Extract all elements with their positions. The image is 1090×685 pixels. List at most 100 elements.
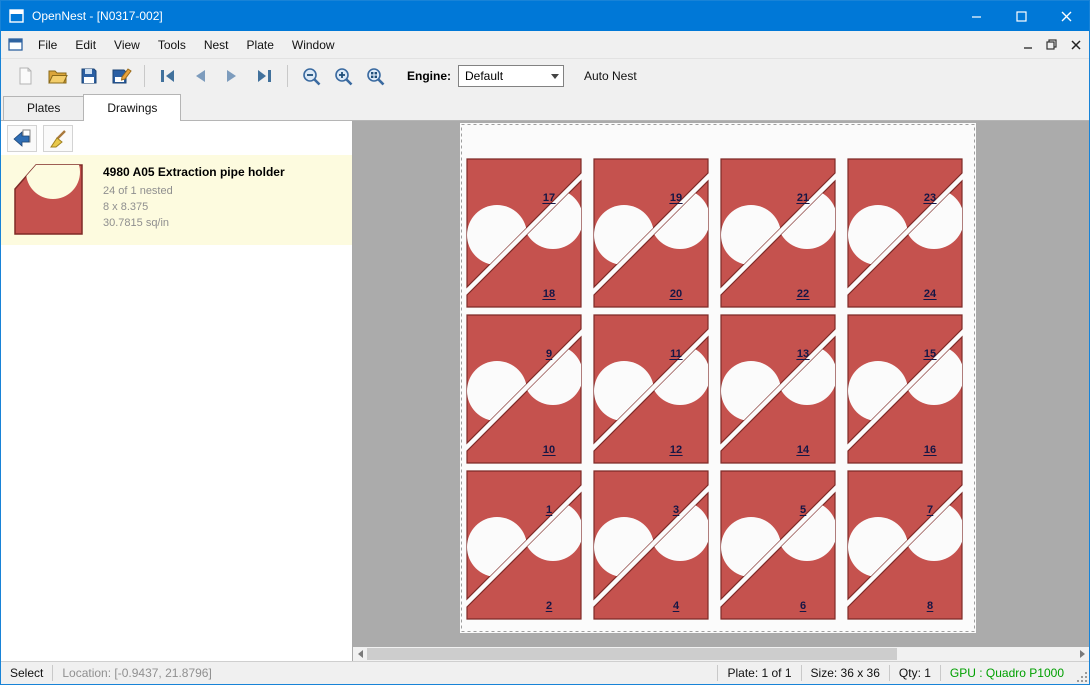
nesting-canvas[interactable]: 171819202122232491011121314151612345678	[353, 121, 1089, 661]
plate[interactable]: 171819202122232491011121314151612345678	[460, 123, 976, 633]
menu-edit[interactable]: Edit	[66, 33, 105, 57]
maximize-icon	[1016, 11, 1027, 22]
save-icon	[79, 66, 99, 86]
mdi-restore-button[interactable]	[1041, 35, 1062, 54]
minimize-button[interactable]	[954, 1, 999, 31]
engine-selected-value: Default	[459, 69, 546, 83]
save-edit-icon	[111, 66, 132, 86]
part-number: 8	[927, 600, 933, 612]
part-number: 3	[673, 504, 679, 516]
scroll-right-button[interactable]	[1075, 647, 1089, 661]
auto-nest-button[interactable]: Auto Nest	[584, 69, 637, 83]
first-arrow-icon	[157, 66, 179, 86]
scroll-left-button[interactable]	[353, 647, 367, 661]
main-content: 4980 A05 Extraction pipe holder 24 of 1 …	[1, 121, 1089, 661]
blue-arrow-icon	[12, 128, 32, 148]
statusbar: Select Location: [-0.9437, 21.8796] Plat…	[1, 661, 1089, 684]
broom-icon	[48, 128, 68, 148]
previous-plate-button[interactable]	[184, 62, 216, 90]
opennest-window: OpenNest - [N0317-002] File Edit View To…	[0, 0, 1090, 685]
main-toolbar: Engine: Default Auto Nest	[1, 58, 1089, 93]
mdi-close-icon	[1071, 40, 1081, 50]
drawing-area: 30.7815 sq/in	[103, 215, 285, 231]
first-plate-button[interactable]	[152, 62, 184, 90]
zoom-in-icon	[333, 66, 354, 87]
clear-nesting-button[interactable]	[43, 125, 73, 152]
app-window-icon	[9, 9, 24, 23]
last-arrow-icon	[253, 66, 275, 86]
status-plate-count: Plate: 1 of 1	[718, 666, 800, 680]
engine-select[interactable]: Default	[458, 65, 564, 87]
menu-tools[interactable]: Tools	[149, 33, 195, 57]
drawing-size: 8 x 8.375	[103, 199, 285, 215]
menu-view[interactable]: View	[105, 33, 149, 57]
menubar: File Edit View Tools Nest Plate Window	[1, 31, 1089, 58]
chevron-down-icon	[551, 74, 559, 79]
part-number: 6	[800, 600, 806, 612]
part-number: 21	[797, 192, 809, 204]
menu-nest[interactable]: Nest	[195, 33, 238, 57]
scrollbar-thumb[interactable]	[367, 648, 897, 660]
zoom-fit-button[interactable]	[359, 62, 391, 90]
next-plate-button[interactable]	[216, 62, 248, 90]
status-qty: Qty: 1	[890, 666, 940, 680]
part-thumbnail	[9, 161, 89, 239]
scrollbar-track[interactable]	[897, 647, 1075, 661]
last-plate-button[interactable]	[248, 62, 280, 90]
engine-label: Engine:	[407, 69, 451, 83]
mdi-close-button[interactable]	[1065, 35, 1086, 54]
close-button[interactable]	[1044, 1, 1089, 31]
zoom-fit-icon	[365, 66, 386, 87]
menu-window[interactable]: Window	[283, 33, 344, 57]
status-gpu: GPU : Quadro P1000	[941, 666, 1073, 680]
part-number: 7	[927, 504, 933, 516]
zoom-out-button[interactable]	[295, 62, 327, 90]
part-number: 16	[924, 444, 936, 456]
open-button[interactable]	[41, 62, 73, 90]
horizontal-scrollbar[interactable]	[353, 647, 1089, 661]
tab-drawings[interactable]: Drawings	[83, 94, 181, 121]
resize-grip[interactable]	[1073, 662, 1089, 684]
status-plate-size: Size: 36 x 36	[802, 666, 889, 680]
zoom-in-button[interactable]	[327, 62, 359, 90]
part-number: 20	[670, 288, 682, 300]
drawing-list-item[interactable]: 4980 A05 Extraction pipe holder 24 of 1 …	[1, 155, 352, 245]
drawing-title: 4980 A05 Extraction pipe holder	[103, 165, 285, 179]
toolbar-separator	[287, 65, 288, 87]
part-number: 4	[673, 600, 680, 612]
tabstrip: Plates Drawings	[1, 93, 1089, 121]
save-as-button[interactable]	[105, 62, 137, 90]
drawings-panel: 4980 A05 Extraction pipe holder 24 of 1 …	[1, 121, 353, 661]
minimize-icon	[971, 11, 982, 22]
part-number: 18	[543, 288, 555, 300]
new-file-icon	[15, 66, 35, 86]
save-button[interactable]	[73, 62, 105, 90]
maximize-button[interactable]	[999, 1, 1044, 31]
part-number: 24	[924, 288, 937, 300]
part-number: 1	[546, 504, 552, 516]
window-title: OpenNest - [N0317-002]	[32, 9, 163, 23]
part-number: 10	[543, 444, 555, 456]
mdi-minimize-button[interactable]	[1017, 35, 1038, 54]
document-window-icon	[8, 38, 23, 51]
tab-plates[interactable]: Plates	[3, 96, 84, 120]
part-number: 19	[670, 192, 682, 204]
menu-plate[interactable]: Plate	[238, 33, 283, 57]
engine-dropdown-button[interactable]	[546, 66, 563, 86]
menu-file[interactable]: File	[29, 33, 66, 57]
new-button[interactable]	[9, 62, 41, 90]
open-folder-icon	[47, 66, 68, 86]
part-number: 22	[797, 288, 809, 300]
part-number: 14	[797, 444, 810, 456]
mdi-restore-icon	[1046, 39, 1057, 50]
status-location: Location: [-0.9437, 21.8796]	[53, 666, 220, 680]
part-number: 23	[924, 192, 936, 204]
titlebar: OpenNest - [N0317-002]	[1, 1, 1089, 31]
status-mode: Select	[1, 666, 52, 680]
drawing-item-text: 4980 A05 Extraction pipe holder 24 of 1 …	[103, 161, 285, 239]
part-number: 15	[924, 348, 936, 360]
back-to-plates-button[interactable]	[7, 125, 37, 152]
drawings-panel-toolbar	[1, 121, 352, 155]
mdi-minimize-icon	[1023, 40, 1033, 50]
part-number: 12	[670, 444, 682, 456]
